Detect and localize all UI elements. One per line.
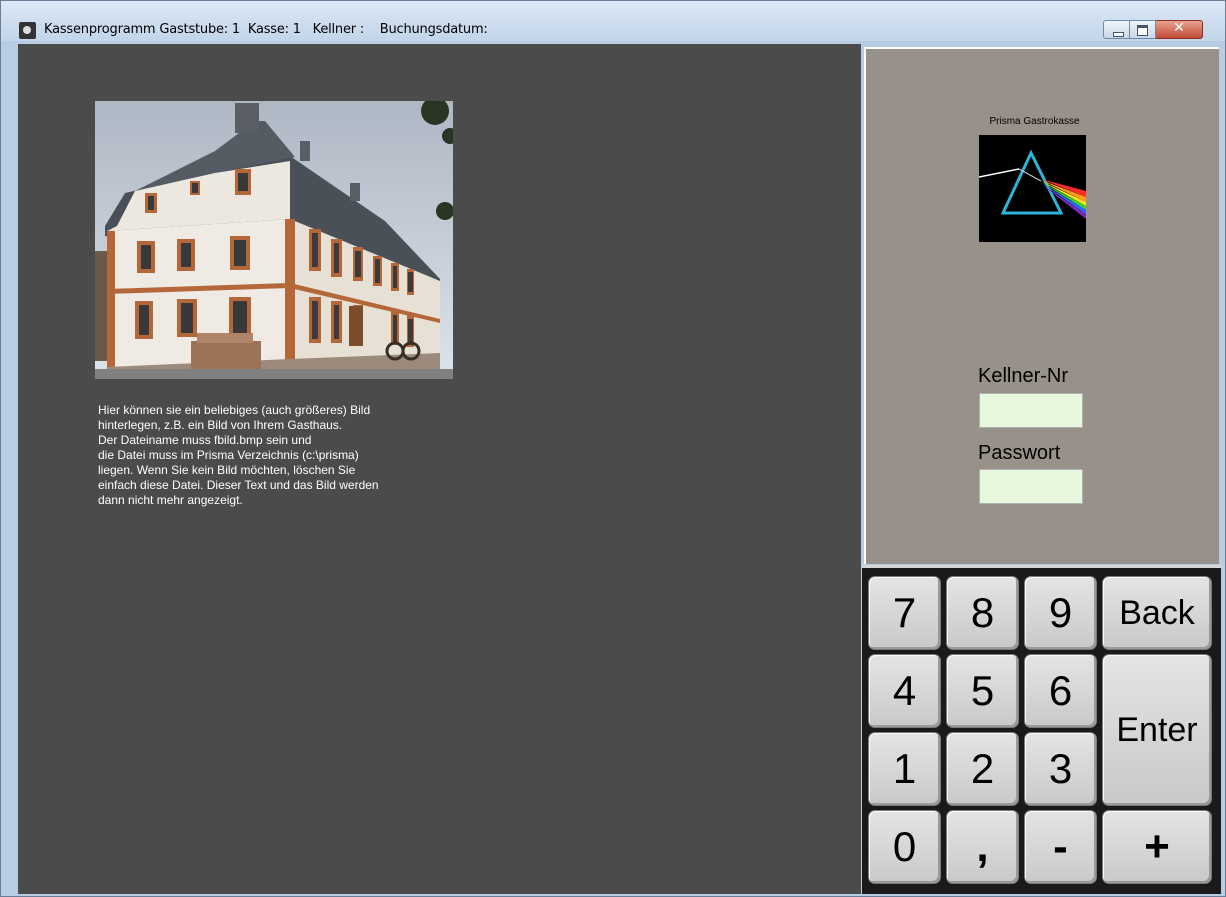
key-9[interactable]: 9 <box>1024 576 1097 650</box>
key-7[interactable]: 7 <box>868 576 941 650</box>
prism-logo-icon <box>978 135 1086 242</box>
hint-line: einfach diese Datei. Dieser Text und das… <box>98 478 379 492</box>
maximize-icon <box>1137 25 1148 36</box>
key-4[interactable]: 4 <box>868 654 941 728</box>
hint-line: Der Dateiname muss fbild.bmp sein und <box>98 433 312 447</box>
close-button[interactable]: ✕ <box>1156 20 1203 39</box>
key-3[interactable]: 3 <box>1024 732 1097 806</box>
key-plus[interactable]: + <box>1102 810 1212 884</box>
close-icon: ✕ <box>1173 20 1185 36</box>
password-input[interactable] <box>979 469 1083 504</box>
image-hint-text: Hier können sie ein beliebiges (auch grö… <box>98 403 498 508</box>
hint-line: dann nicht mehr angezeigt. <box>98 493 243 507</box>
waiter-number-label: Kellner-Nr <box>978 365 1069 387</box>
gasthaus-photo <box>95 101 453 379</box>
key-comma[interactable]: , <box>946 810 1019 884</box>
hint-line: Hier können sie ein beliebiges (auch grö… <box>98 403 371 417</box>
app-window: Kassenprogramm Gaststube: 1 Kasse: 1 Kel… <box>0 0 1226 897</box>
key-minus[interactable]: - <box>1024 810 1097 884</box>
hint-line: die Datei muss im Prisma Verzeichnis (c:… <box>98 448 359 462</box>
login-panel: Prisma Gastrokasse Kellner-Nr Passwort <box>864 47 1219 564</box>
title-bar[interactable]: Kassenprogramm Gaststube: 1 Kasse: 1 Kel… <box>1 1 1225 41</box>
key-0[interactable]: 0 <box>868 810 941 884</box>
minimize-icon <box>1113 32 1124 37</box>
minimize-button[interactable] <box>1103 20 1130 39</box>
back-button[interactable]: Back <box>1102 576 1212 650</box>
waiter-number-input[interactable] <box>979 393 1083 428</box>
window-title: Kassenprogramm Gaststube: 1 Kasse: 1 Kel… <box>44 22 488 37</box>
hint-line: liegen. Wenn Sie kein Bild möchten, lösc… <box>98 463 356 477</box>
key-2[interactable]: 2 <box>946 732 1019 806</box>
enter-button[interactable]: Enter <box>1102 654 1212 806</box>
key-1[interactable]: 1 <box>868 732 941 806</box>
key-6[interactable]: 6 <box>1024 654 1097 728</box>
brand-label: Prisma Gastrokasse <box>989 116 1080 127</box>
app-icon[interactable] <box>19 22 36 39</box>
key-8[interactable]: 8 <box>946 576 1019 650</box>
hint-line: hinterlegen, z.B. ein Bild von Ihrem Gas… <box>98 418 343 432</box>
numeric-keypad: 7 8 9 Back 4 5 6 Enter 1 2 3 0 , - + <box>862 565 1221 894</box>
key-5[interactable]: 5 <box>946 654 1019 728</box>
main-area: Hier können sie ein beliebiges (auch grö… <box>18 44 861 894</box>
password-label: Passwort <box>978 442 1061 464</box>
maximize-button[interactable] <box>1130 20 1156 39</box>
